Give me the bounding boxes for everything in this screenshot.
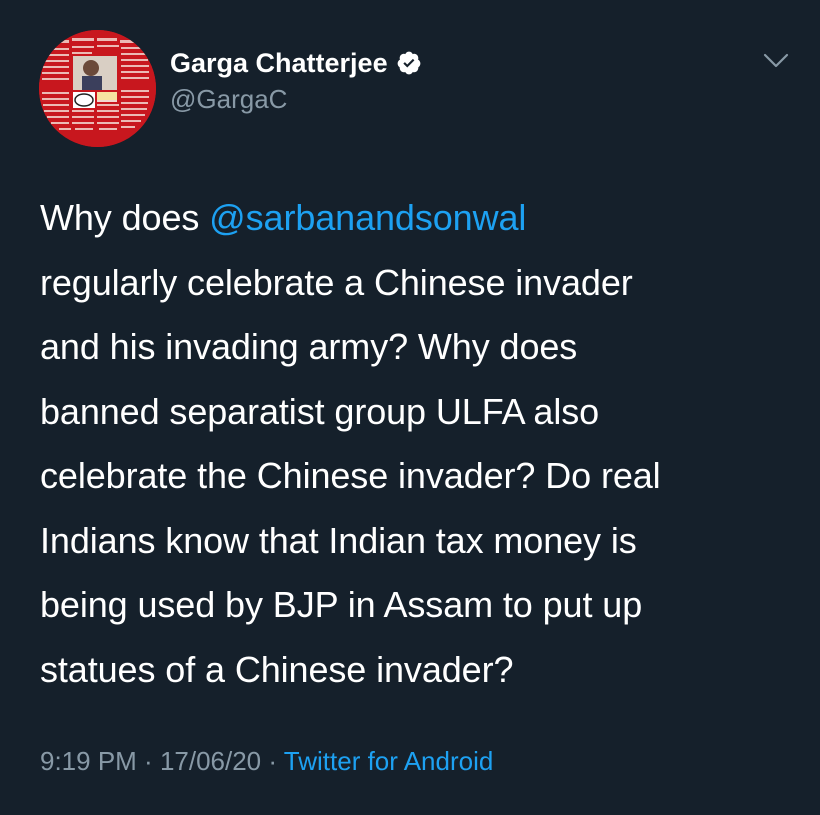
author-name-row[interactable]: Garga Chatterjee: [170, 46, 422, 80]
avatar-image: [39, 30, 156, 147]
verified-badge-icon: [396, 50, 422, 76]
tweet-text-line: and his invading army? Why does: [40, 326, 578, 367]
avatar[interactable]: [39, 30, 156, 147]
tweet-time[interactable]: 9:19 PM: [40, 746, 137, 776]
tweet-metadata: 9:19 PM · 17/06/20 · Twitter for Android: [40, 746, 493, 777]
tweet-text-line: being used by BJP in Assam to put up: [40, 584, 643, 625]
meta-separator: ·: [261, 746, 284, 776]
tweet-menu-button[interactable]: [756, 46, 796, 76]
tweet-text-line: statues of a Chinese invader?: [40, 648, 514, 690]
tweet-text-line: celebrate the Chinese invader? Do real: [40, 455, 661, 496]
tweet-text: Why does @sarbanandsonwal regularly cele…: [40, 186, 800, 702]
tweet-text-line: banned separatist group ULFA also: [40, 390, 600, 432]
display-name[interactable]: Garga Chatterjee: [170, 48, 388, 79]
tweet-source-link[interactable]: Twitter for Android: [284, 746, 494, 776]
tweet-text-fragment: Why does: [40, 197, 210, 238]
mention-link[interactable]: @sarbanandsonwal: [209, 197, 526, 238]
tweet-date[interactable]: 17/06/20: [160, 746, 261, 776]
chevron-down-icon: [763, 53, 789, 68]
tweet-text-line: Why does @sarbanandsonwal: [40, 186, 800, 251]
tweet-text-line: regularly celebrate a Chinese invader: [40, 261, 633, 303]
meta-separator: ·: [136, 746, 160, 776]
tweet-text-line: Indians know that Indian tax money is: [40, 519, 637, 561]
tweet-card: Garga Chatterjee @GargaC Why does @sarba…: [0, 0, 820, 815]
user-handle[interactable]: @GargaC: [170, 84, 287, 115]
